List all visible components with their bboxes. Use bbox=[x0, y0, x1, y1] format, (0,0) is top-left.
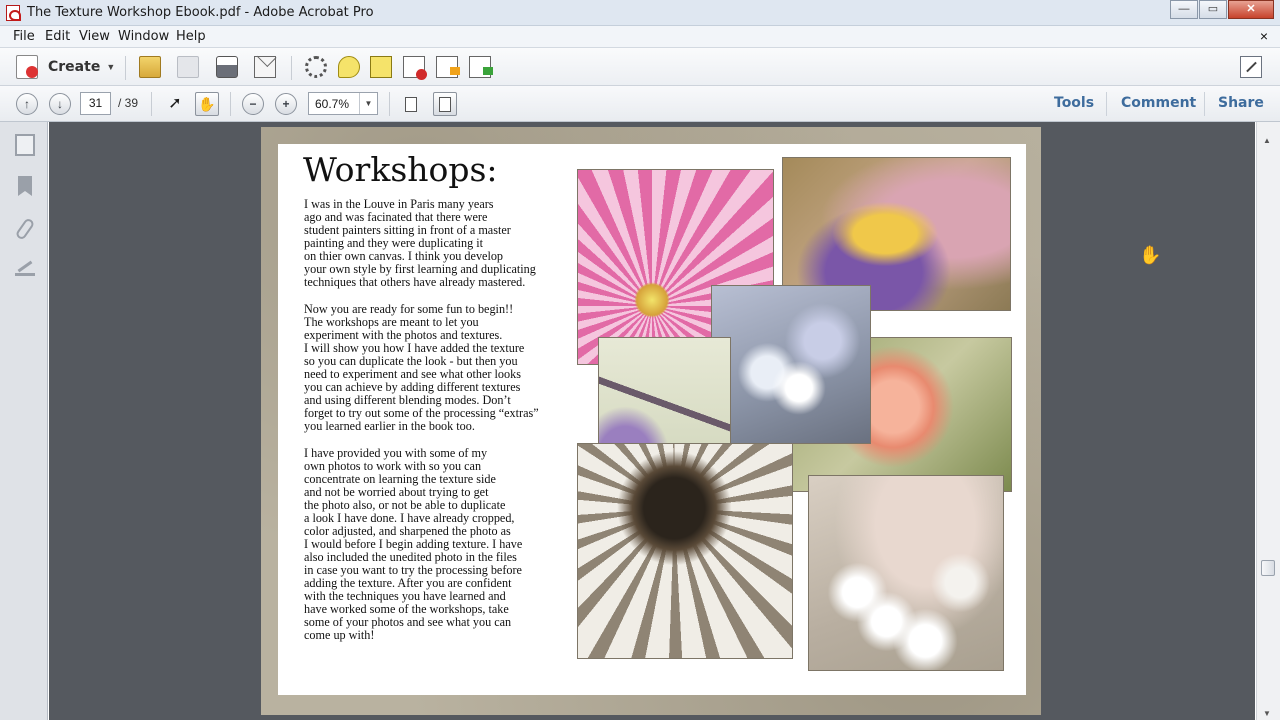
open-icon[interactable] bbox=[139, 56, 161, 78]
sign-icon[interactable] bbox=[370, 56, 392, 78]
close-window-button[interactable]: ✕ bbox=[1228, 0, 1274, 19]
scroll-up-arrow-icon[interactable]: ▲ bbox=[1263, 136, 1271, 145]
comment-icon[interactable] bbox=[338, 56, 360, 78]
minimize-button[interactable]: — bbox=[1170, 0, 1198, 19]
bookmark-icon[interactable] bbox=[18, 176, 32, 196]
page-heading: Workshops: bbox=[303, 150, 498, 189]
settings-gear-icon[interactable] bbox=[305, 56, 327, 78]
redact-icon[interactable] bbox=[403, 56, 427, 80]
navigation-toolbar: ↑ ↓ 31 / 39 ➚ ✋ − + 60.7% ▼ Tools Commen… bbox=[0, 86, 1280, 122]
paragraph-1: I was in the Louve in Paris many years a… bbox=[304, 197, 536, 289]
paragraph-3: I have provided you with some of my own … bbox=[304, 446, 523, 642]
page-number-input[interactable]: 31 bbox=[80, 92, 111, 115]
tab-comment[interactable]: Comment bbox=[1121, 95, 1196, 111]
navigation-pane bbox=[0, 122, 48, 720]
save-icon[interactable] bbox=[177, 56, 199, 78]
toolbar-divider bbox=[125, 56, 126, 80]
pane-divider bbox=[1204, 92, 1205, 116]
document-viewer[interactable]: Workshops: I was in the Louve in Paris m… bbox=[49, 122, 1255, 720]
fit-page-button[interactable] bbox=[433, 92, 457, 116]
window-controls: — ▭ ✕ bbox=[1169, 0, 1274, 19]
toolbar-divider bbox=[230, 92, 231, 116]
tab-share[interactable]: Share bbox=[1218, 95, 1264, 111]
white-hydrangea-photo bbox=[808, 475, 1004, 671]
menu-edit[interactable]: Edit bbox=[45, 29, 70, 44]
page-total: / 39 bbox=[118, 96, 139, 110]
main-toolbar: Create ▼ bbox=[0, 48, 1280, 86]
page-thumbnails-icon[interactable] bbox=[15, 134, 35, 156]
coneflower-photo bbox=[577, 443, 793, 659]
zoom-value: 60.7% bbox=[315, 97, 350, 111]
toolbar-divider bbox=[291, 56, 292, 80]
close-document-button[interactable]: × bbox=[1260, 28, 1268, 44]
fullscreen-icon[interactable] bbox=[1240, 56, 1262, 78]
chevron-down-icon[interactable]: ▼ bbox=[359, 93, 377, 114]
hydrangea-photo bbox=[711, 285, 871, 444]
print-icon[interactable] bbox=[216, 56, 238, 78]
next-page-button[interactable]: ↓ bbox=[49, 93, 71, 115]
previous-page-button[interactable]: ↑ bbox=[16, 93, 38, 115]
create-label: Create bbox=[48, 59, 101, 75]
paragraph-2: Now you are ready for some fun to begin!… bbox=[304, 302, 539, 433]
menu-help[interactable]: Help bbox=[176, 29, 206, 44]
create-pdf-icon bbox=[16, 55, 38, 79]
title-bar: The Texture Workshop Ebook.pdf - Adobe A… bbox=[0, 0, 1280, 26]
menu-file[interactable]: File bbox=[13, 29, 35, 44]
import-icon[interactable] bbox=[469, 56, 493, 78]
page-content: Workshops: I was in the Louve in Paris m… bbox=[278, 144, 1026, 695]
toolbar-divider bbox=[389, 92, 390, 116]
scroll-mode-button[interactable] bbox=[399, 92, 423, 116]
pdf-page: Workshops: I was in the Louve in Paris m… bbox=[261, 127, 1041, 715]
restore-button[interactable]: ▭ bbox=[1199, 0, 1227, 19]
scrollbar-thumb[interactable] bbox=[1261, 560, 1275, 576]
menu-window[interactable]: Window bbox=[118, 29, 169, 44]
zoom-in-button[interactable]: + bbox=[275, 93, 297, 115]
toolbar-divider bbox=[151, 92, 152, 116]
create-button[interactable]: Create ▼ bbox=[16, 54, 115, 80]
scroll-mode-icon bbox=[405, 97, 417, 112]
menu-view[interactable]: View bbox=[79, 29, 110, 44]
acrobat-app-icon bbox=[6, 5, 21, 21]
export-icon[interactable] bbox=[436, 56, 460, 78]
fit-page-icon bbox=[439, 97, 451, 112]
hand-cursor-icon: ✋ bbox=[1139, 245, 1162, 265]
chevron-down-icon: ▼ bbox=[106, 62, 116, 72]
window-title: The Texture Workshop Ebook.pdf - Adobe A… bbox=[27, 5, 374, 20]
zoom-out-button[interactable]: − bbox=[242, 93, 264, 115]
tab-tools[interactable]: Tools bbox=[1054, 95, 1094, 111]
select-cursor-icon[interactable]: ➚ bbox=[164, 93, 186, 115]
attachment-icon[interactable] bbox=[14, 217, 36, 241]
zoom-level-select[interactable]: 60.7% ▼ bbox=[308, 92, 378, 115]
hand-tool-icon[interactable]: ✋ bbox=[195, 92, 219, 116]
vertical-scrollbar[interactable]: ▲ ▼ bbox=[1256, 122, 1280, 720]
pane-divider bbox=[1106, 92, 1107, 116]
email-icon[interactable] bbox=[254, 56, 276, 78]
scroll-down-arrow-icon[interactable]: ▼ bbox=[1263, 709, 1271, 718]
signature-icon[interactable] bbox=[15, 262, 35, 276]
menu-bar: File Edit View Window Help × bbox=[0, 26, 1280, 48]
